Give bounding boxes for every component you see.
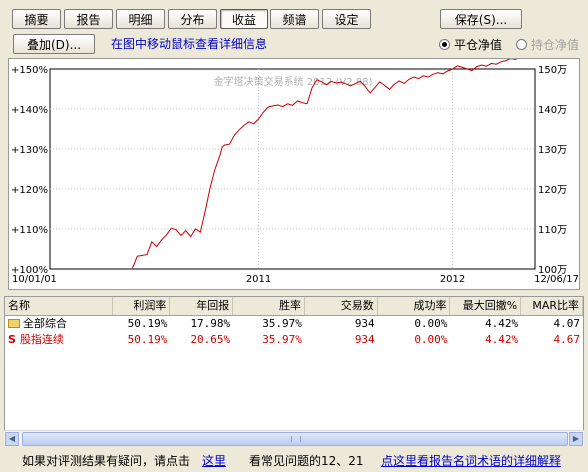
row-name-text: 股指连续 (19, 333, 64, 346)
tab-report[interactable]: 报告 (64, 9, 113, 29)
status-question-text: 如果对评测结果有疑问，请点击 (22, 454, 191, 468)
y-tick-label-left: +110% (11, 225, 48, 236)
y-tick-label-right: 110万 (538, 225, 567, 236)
cell: 4.42% (485, 333, 519, 346)
row-name-text: 全部综合 (23, 317, 67, 330)
x-tick-label: 2011 (246, 274, 271, 285)
radio-hold-label: 持仓净值 (531, 38, 580, 52)
row-name: S 股指连续 (5, 332, 113, 348)
col-profit-rate[interactable]: 利润率 (113, 297, 171, 315)
tab-detail[interactable]: 明细 (116, 9, 165, 29)
cell: 50.19% (127, 333, 168, 346)
cell: 0.00% (414, 333, 448, 346)
y-tick-label-right: 150万 (538, 65, 567, 76)
tab-distribution[interactable]: 分布 (168, 9, 217, 29)
cell: 934 (354, 333, 375, 346)
chart-watermark: 金字塔决策交易系统 2012 (V2.88) (214, 75, 373, 88)
results-table[interactable]: 名称 利润率 年回报 胜率 交易数 成功率 最大回撤% MAR比率 全部综合 5… (4, 296, 584, 446)
horizontal-scrollbar[interactable]: ◀ ▶ (4, 430, 584, 446)
plot-area (49, 68, 536, 270)
save-button[interactable]: 保存(S)... (440, 9, 522, 29)
s-strategy-icon: S (8, 333, 16, 346)
overlay-button[interactable]: 叠加(D)... (13, 34, 95, 54)
tab-spectrum[interactable]: 频谱 (270, 9, 319, 29)
scroll-right-arrow-icon[interactable]: ▶ (569, 432, 583, 446)
table-header: 名称 利润率 年回报 胜率 交易数 成功率 最大回撤% MAR比率 (5, 297, 583, 316)
left-axis-labels: +150%+140%+130%+120%+110%+100% (11, 65, 48, 276)
radio-close-label: 平仓净值 (454, 38, 503, 52)
cell: 17.98% (190, 317, 231, 330)
cell: 0.00% (414, 317, 448, 330)
col-mar-ratio[interactable]: MAR比率 (521, 297, 583, 315)
chart-hint-text: 在图中移动鼠标查看详细信息 (111, 37, 268, 51)
radio-selected-icon (439, 39, 450, 50)
cell: 4.07 (553, 317, 580, 330)
glossary-link[interactable]: 点这里看报告名词术语的详细解释 (381, 452, 561, 469)
folder-icon (8, 319, 20, 328)
y-tick-label-right: 130万 (538, 145, 567, 156)
x-tick-label: 12/06/17 (534, 274, 579, 285)
x-tick-label: 2012 (440, 274, 465, 285)
cell: 35.97% (262, 317, 302, 330)
col-success-rate[interactable]: 成功率 (378, 297, 451, 315)
radio-unselected-icon (516, 39, 527, 50)
col-win-rate[interactable]: 胜率 (233, 297, 305, 315)
equity-chart-panel[interactable]: 金字塔决策交易系统 2012 (V2.88) +150% +140% +130% +1… (8, 52, 580, 290)
tab-settings[interactable]: 设定 (322, 9, 371, 29)
y-tick-label-left: +140% (11, 105, 48, 116)
right-axis-labels: 150万140万130万120万110万100万 (538, 65, 567, 276)
radio-close-equity[interactable]: 平仓净值 (439, 36, 502, 53)
cell: 20.65% (190, 333, 231, 346)
y-tick-label-right: 120万 (538, 185, 567, 196)
x-axis-labels: 10/01/01 2011 2012 12/06/17 (12, 274, 579, 285)
grip-icon (291, 436, 301, 442)
faq-text: 看常见问题的12、21 (249, 454, 364, 468)
table-row[interactable]: 全部综合 50.19% 17.98% 35.97% 934 0.00% 4.42… (5, 316, 583, 332)
y-tick-label-right: 140万 (538, 105, 567, 116)
tab-summary[interactable]: 摘要 (12, 9, 61, 29)
here-link[interactable]: 这里 (202, 452, 226, 469)
y-tick-label-left: +120% (11, 185, 48, 196)
equity-chart[interactable]: 金字塔决策交易系统 2012 (V2.88) +150% +140% +130% +1… (9, 52, 579, 289)
col-annual-return[interactable]: 年回报 (170, 297, 234, 315)
row-name: 全部综合 (5, 316, 113, 332)
scroll-left-arrow-icon[interactable]: ◀ (5, 432, 19, 446)
table-row[interactable]: S 股指连续 50.19% 20.65% 35.97% 934 0.00% 4.4… (5, 332, 583, 348)
col-name[interactable]: 名称 (5, 297, 113, 315)
scroll-thumb[interactable] (22, 432, 568, 446)
cell: 50.19% (127, 317, 168, 330)
radio-hold-equity[interactable]: 持仓净值 (516, 36, 579, 53)
x-tick-label: 10/01/01 (12, 274, 57, 285)
y-tick-label-left: +130% (11, 145, 48, 156)
cell: 35.97% (262, 333, 302, 346)
cell: 4.67 (553, 333, 580, 346)
y-tick-label-left: +150% (11, 65, 48, 76)
cell: 934 (354, 317, 375, 330)
col-trades[interactable]: 交易数 (305, 297, 378, 315)
tab-returns[interactable]: 收益 (220, 9, 268, 29)
col-max-drawdown[interactable]: 最大回撤% (450, 297, 522, 315)
cell: 4.42% (485, 317, 519, 330)
